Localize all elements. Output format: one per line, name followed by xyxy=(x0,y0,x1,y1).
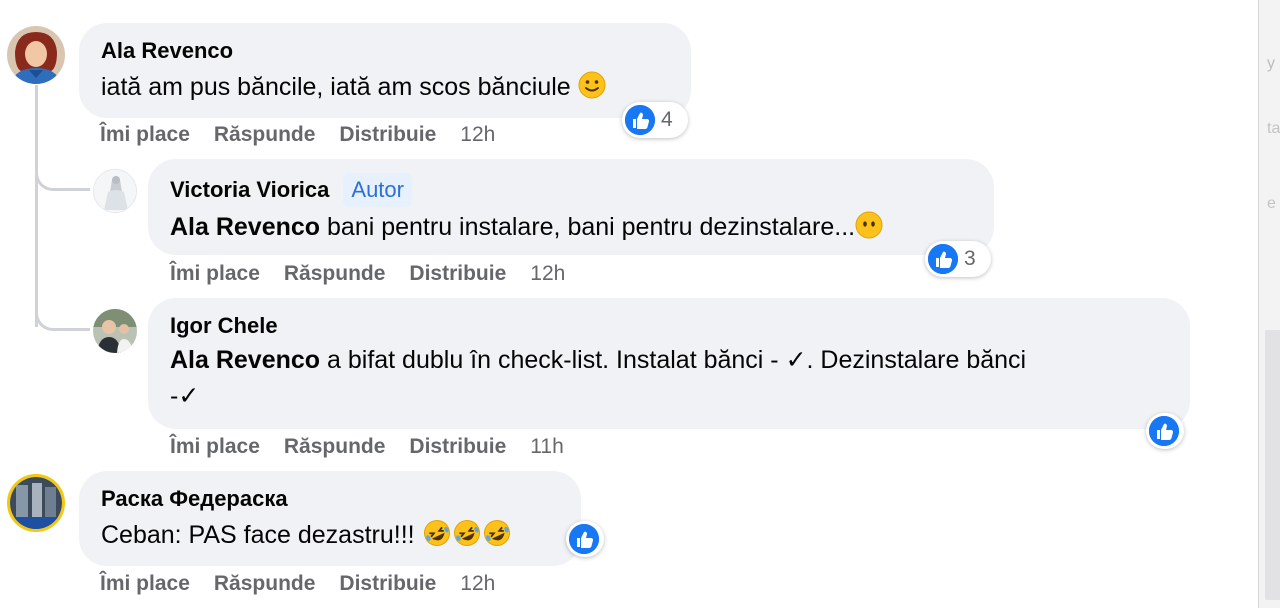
reply-button[interactable]: Răspunde xyxy=(214,123,316,146)
comment-text: Ceban: PAS face dezastru!!! xyxy=(101,517,559,557)
comment-timestamp[interactable]: 12h xyxy=(530,262,565,285)
like-reaction-icon xyxy=(569,524,599,554)
like-button[interactable]: Îmi place xyxy=(100,572,190,595)
mention-link[interactable]: Ala Revenco xyxy=(170,346,320,374)
reaction-summary[interactable]: 4 xyxy=(622,102,688,138)
face-without-mouth-icon xyxy=(855,211,883,249)
share-button[interactable]: Distribuie xyxy=(409,435,506,458)
avatar-victoria-viorica[interactable] xyxy=(93,169,137,213)
comment-author[interactable]: Ala Revenco xyxy=(101,37,669,65)
comment-bubble: Ala Revenco iată am pus băncile, iată am… xyxy=(79,23,691,118)
comment-author[interactable]: Victoria Viorica xyxy=(170,177,329,202)
comment-bubble: Раска Федераска Ceban: PAS face dezastru… xyxy=(79,471,581,566)
comment-body: iată am pus băncile, iată am scos bănciu… xyxy=(101,73,571,101)
reaction-summary[interactable] xyxy=(566,521,604,557)
background-page-edge: y ta e xyxy=(1258,0,1280,608)
comment-body: a bifat dublu în check-list. Instalat bă… xyxy=(320,346,1027,374)
like-reaction-icon xyxy=(928,244,958,274)
comment-actions: Îmi place Răspunde Distribuie 12h xyxy=(100,123,519,147)
reaction-summary[interactable] xyxy=(1146,413,1184,449)
background-glyph: y xyxy=(1267,55,1275,72)
comment-timestamp[interactable]: 12h xyxy=(460,123,495,146)
like-reaction-icon xyxy=(625,105,655,135)
rolling-on-floor-laughing-icon xyxy=(452,519,482,557)
rolling-on-floor-laughing-icon xyxy=(422,519,452,557)
background-glyph: e xyxy=(1267,195,1276,212)
avatar-igor-chele[interactable] xyxy=(93,309,137,353)
avatar-raska-federaska[interactable] xyxy=(7,474,65,532)
thread-line-branch xyxy=(35,150,90,191)
reply-button[interactable]: Răspunde xyxy=(214,572,316,595)
comment-body: bani pentru instalare, bani pentru dezin… xyxy=(320,213,856,241)
author-badge: Autor xyxy=(343,173,412,207)
like-button[interactable]: Îmi place xyxy=(170,262,260,285)
mention-link[interactable]: Ala Revenco xyxy=(170,213,320,241)
thread-line-branch xyxy=(35,290,90,331)
avatar-ala-revenco[interactable] xyxy=(7,26,65,84)
comment-timestamp[interactable]: 11h xyxy=(530,435,563,458)
slightly-smiling-face-icon xyxy=(578,71,606,109)
comment-actions: Îmi place Răspunde Distribuie 12h xyxy=(170,262,589,286)
rolling-on-floor-laughing-icon xyxy=(482,519,512,557)
reaction-count: 3 xyxy=(964,247,976,270)
comment-actions: Îmi place Răspunde Distribuie 12h xyxy=(100,572,519,596)
like-reaction-icon xyxy=(1149,416,1179,446)
comment-author[interactable]: Igor Chele xyxy=(170,312,1168,340)
reaction-summary[interactable]: 3 xyxy=(925,241,991,277)
comment-bubble: Igor Chele Ala Revenco a bifat dublu în … xyxy=(148,298,1190,429)
comment-text: Ala Revenco a bifat dublu în check-list.… xyxy=(170,342,1168,378)
comment-timestamp[interactable]: 12h xyxy=(460,572,495,595)
background-glyph: ta xyxy=(1267,120,1280,137)
comment-author-row: Victoria Viorica Autor xyxy=(170,173,972,207)
comment-bubble: Victoria Viorica Autor Ala Revenco bani p… xyxy=(148,159,994,255)
share-button[interactable]: Distribuie xyxy=(409,262,506,285)
comment-body: Ceban: PAS face dezastru!!! xyxy=(101,521,422,549)
reply-button[interactable]: Răspunde xyxy=(284,435,386,458)
reply-button[interactable]: Răspunde xyxy=(284,262,386,285)
comment-author[interactable]: Раска Федераска xyxy=(101,485,559,513)
comment-text: Ala Revenco bani pentru instalare, bani … xyxy=(170,209,972,249)
like-button[interactable]: Îmi place xyxy=(100,123,190,146)
comment-text: iată am pus băncile, iată am scos bănciu… xyxy=(101,69,669,109)
comment-text-line: -✓ xyxy=(170,382,200,410)
share-button[interactable]: Distribuie xyxy=(339,572,436,595)
reaction-count: 4 xyxy=(661,108,673,131)
like-button[interactable]: Îmi place xyxy=(170,435,260,458)
comment-actions: Îmi place Răspunde Distribuie 11h xyxy=(170,435,588,459)
share-button[interactable]: Distribuie xyxy=(339,123,436,146)
background-panel xyxy=(1265,330,1280,600)
